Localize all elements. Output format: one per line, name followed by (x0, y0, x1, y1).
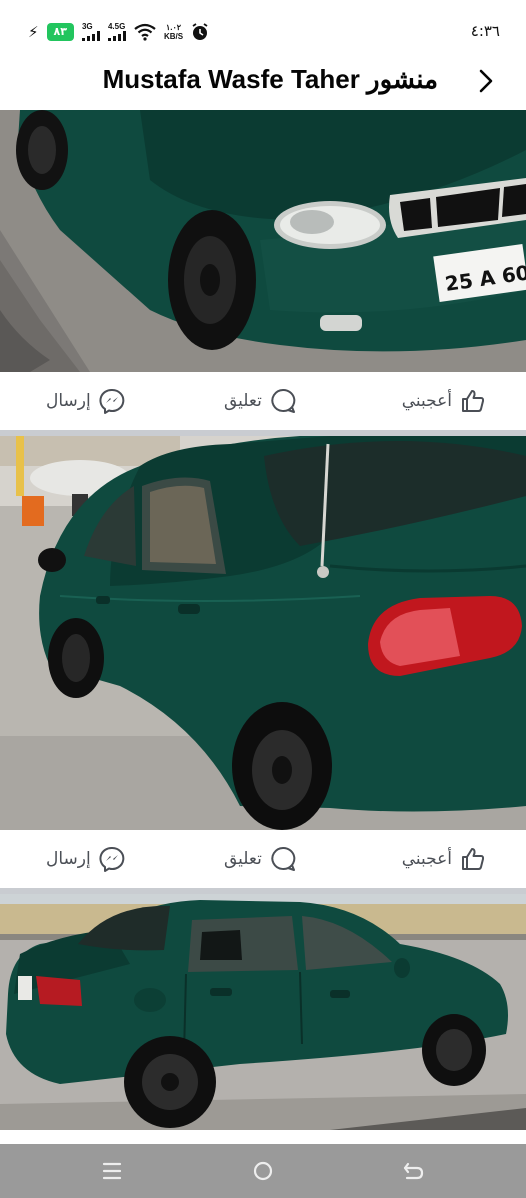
like-button[interactable]: أعجبني (402, 844, 486, 874)
network-speed: ١.٠٢ KB/S (163, 23, 184, 41)
comment-button[interactable]: تعليق (224, 386, 296, 416)
status-bar: ⚡ ٨٣ 3G 4.5G ١.٠٢ KB/S ٤:٣٦ (0, 0, 526, 56)
back-button[interactable] (472, 66, 500, 96)
post-action-bar: أعجبني تعليق إرسال (0, 372, 526, 436)
status-icons: ⚡ ٨٣ 3G 4.5G ١.٠٢ KB/S (28, 22, 209, 42)
wifi-icon (134, 23, 156, 41)
send-button[interactable]: إرسال (46, 844, 125, 874)
clock: ٤:٣٦ (470, 22, 500, 40)
feed-bottom-spacer (0, 1130, 526, 1144)
messenger-icon (99, 846, 124, 872)
post-photo-rear[interactable] (0, 436, 526, 830)
battery-level: ٨٣ (46, 23, 74, 41)
post-header: منشور Mustafa Wasfe Taher (0, 56, 526, 110)
home-circle-icon (253, 1161, 273, 1181)
system-back-button[interactable] (400, 1158, 428, 1184)
post-photo-front[interactable]: 25 A 60382 (0, 110, 526, 372)
thumbs-up-icon (462, 390, 485, 412)
system-navigation-bar (0, 1144, 526, 1198)
menu-lines-icon (102, 1162, 122, 1180)
chevron-right-icon (479, 69, 493, 93)
signal-45g-icon: 4.5G (107, 23, 126, 41)
speech-bubble-icon (271, 846, 296, 871)
thumbs-up-icon (462, 848, 485, 870)
speech-bubble-icon (271, 388, 296, 413)
post-action-bar: أعجبني تعليق إرسال (0, 830, 526, 894)
signal-3g-icon: 3G (81, 23, 100, 41)
like-button[interactable]: أعجبني (402, 386, 486, 416)
recent-apps-button[interactable] (98, 1158, 126, 1184)
messenger-icon (99, 388, 124, 414)
alarm-icon (192, 23, 208, 40)
post-photo-side[interactable] (0, 894, 526, 1130)
charging-bolt-icon: ⚡ (28, 22, 39, 41)
page-title: منشور Mustafa Wasfe Taher (102, 64, 438, 94)
send-button[interactable]: إرسال (46, 386, 125, 416)
return-arrow-icon (403, 1162, 424, 1180)
home-button[interactable] (249, 1158, 277, 1184)
comment-button[interactable]: تعليق (224, 844, 296, 874)
